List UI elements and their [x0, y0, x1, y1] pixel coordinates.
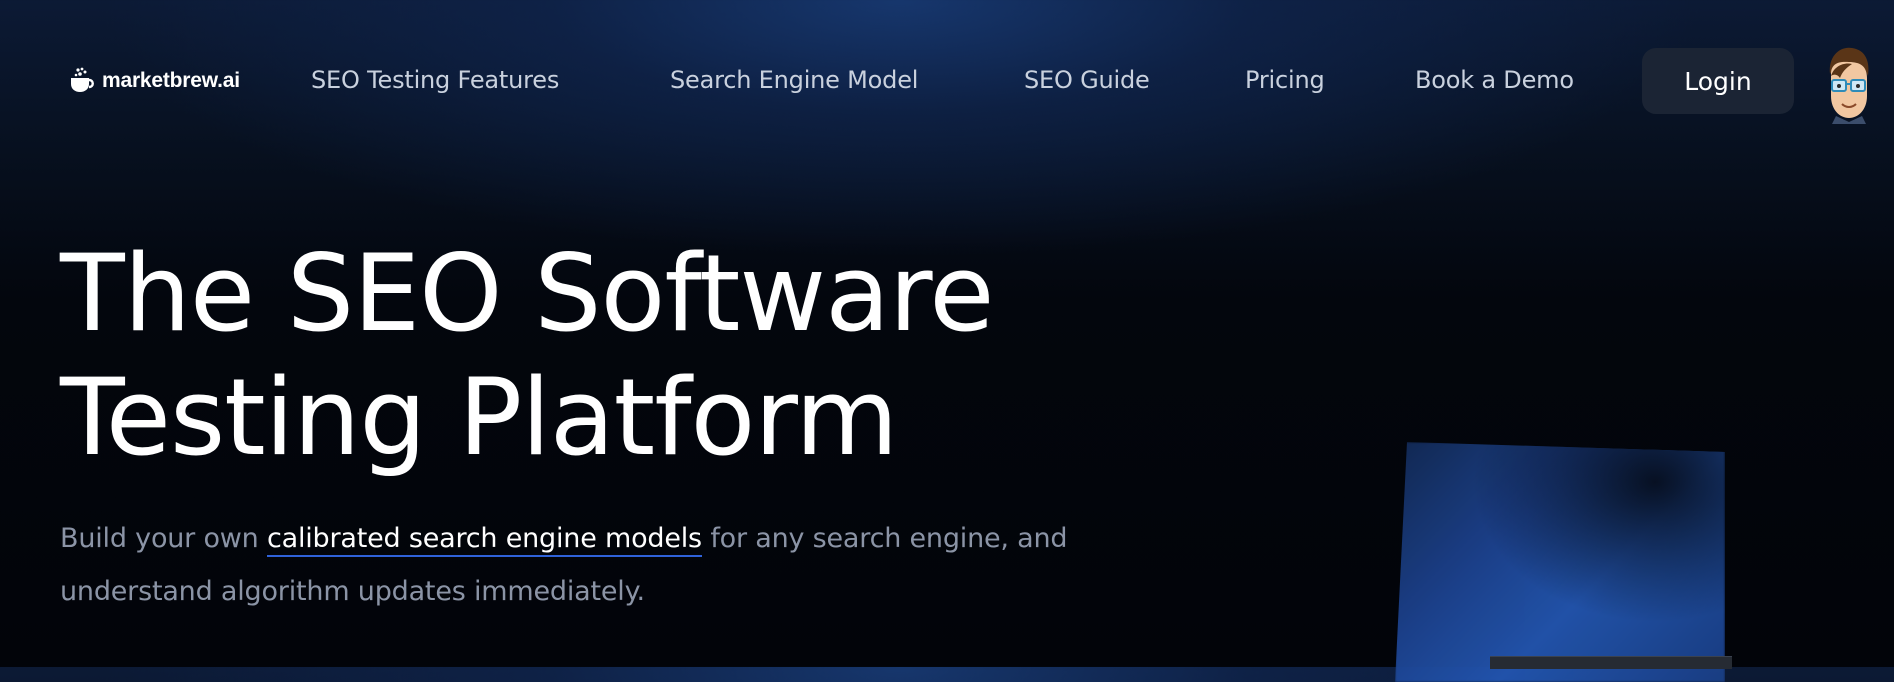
page-title: The SEO Software Testing Platform — [60, 232, 994, 480]
hero-subtitle-intro: Build your own — [60, 523, 267, 554]
nav-link-pricing[interactable]: Pricing — [1245, 66, 1325, 94]
login-button[interactable]: Login — [1642, 48, 1794, 114]
nav-link-book-a-demo[interactable]: Book a Demo — [1415, 66, 1574, 94]
nav-link-search-engine-model[interactable]: Search Engine Model — [670, 66, 918, 94]
hero-illustration-strip — [1490, 656, 1732, 669]
calibrated-search-engine-models-link[interactable]: calibrated search engine models — [266, 523, 702, 557]
page-title-line-1: The SEO Software — [60, 232, 994, 355]
cartoon-avatar-icon[interactable] — [1822, 44, 1874, 124]
hero-illustration-shade — [1395, 442, 1725, 682]
brand-name: marketbrew.ai — [102, 69, 240, 92]
nav-link-seo-guide[interactable]: SEO Guide — [1024, 66, 1150, 94]
coffee-cup-logo-icon — [71, 67, 94, 92]
top-navigation: marketbrew.ai SEO Testing Features Searc… — [0, 47, 1894, 124]
brand-logo-link[interactable]: marketbrew.ai — [68, 66, 240, 96]
hero-subtitle: Build your own calibrated search engine … — [60, 512, 1140, 618]
nav-link-seo-testing-features[interactable]: SEO Testing Features — [311, 66, 559, 94]
page-title-line-2: Testing Platform — [60, 356, 898, 479]
